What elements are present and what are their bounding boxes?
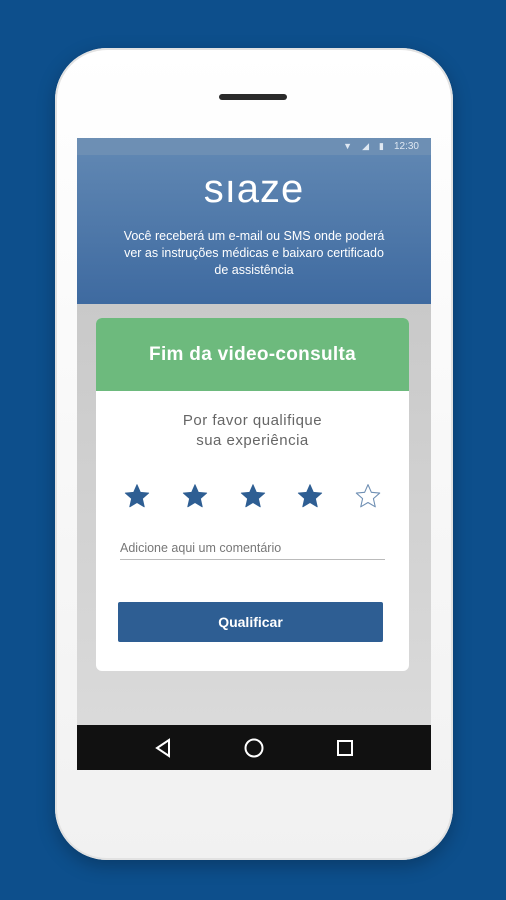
wifi-icon: ▼ [343, 141, 353, 151]
star-filled-icon[interactable] [182, 483, 208, 509]
signal-icon: ◢ [362, 141, 370, 151]
qualify-button[interactable]: Qualificar [118, 602, 383, 642]
content-area: Fim da video-consulta Por favor qualifiq… [77, 304, 431, 725]
star-empty-icon[interactable] [355, 483, 381, 509]
star-filled-icon[interactable] [297, 483, 323, 509]
star-rating [124, 483, 381, 509]
card-title: Fim da video-consulta [96, 318, 409, 391]
header-message: Você receberá um e-mail ou SMS onde pode… [123, 229, 385, 277]
recents-button[interactable] [333, 736, 357, 760]
brand-logo: sıaze [203, 167, 305, 211]
prompt-line-2: sua experiência [196, 432, 309, 449]
phone-speaker [219, 94, 287, 100]
phone-frame: ▼ ◢ ▮ 12:30 sıaze Você receberá um e-mai… [55, 48, 453, 860]
prompt-line-1: Por favor qualifique [182, 412, 323, 429]
recents-icon [337, 739, 354, 756]
rating-card: Fim da video-consulta Por favor qualifiq… [96, 318, 409, 671]
rating-prompt: Por favor qualifique sua experiência [96, 411, 409, 451]
comment-input[interactable] [120, 539, 385, 560]
app-header: sıaze Você receberá um e-mail ou SMS ond… [77, 155, 431, 304]
back-button[interactable] [151, 736, 175, 760]
app-screen: ▼ ◢ ▮ 12:30 sıaze Você receberá um e-mai… [77, 138, 431, 770]
android-navbar [77, 725, 431, 770]
status-time: 12:30 [393, 141, 419, 152]
back-icon [154, 737, 170, 758]
status-bar: ▼ ◢ ▮ 12:30 [77, 138, 431, 155]
home-icon [244, 738, 264, 757]
star-filled-icon[interactable] [124, 483, 150, 509]
home-button[interactable] [242, 736, 266, 760]
star-filled-icon[interactable] [240, 483, 266, 509]
battery-icon: ▮ [379, 141, 384, 151]
